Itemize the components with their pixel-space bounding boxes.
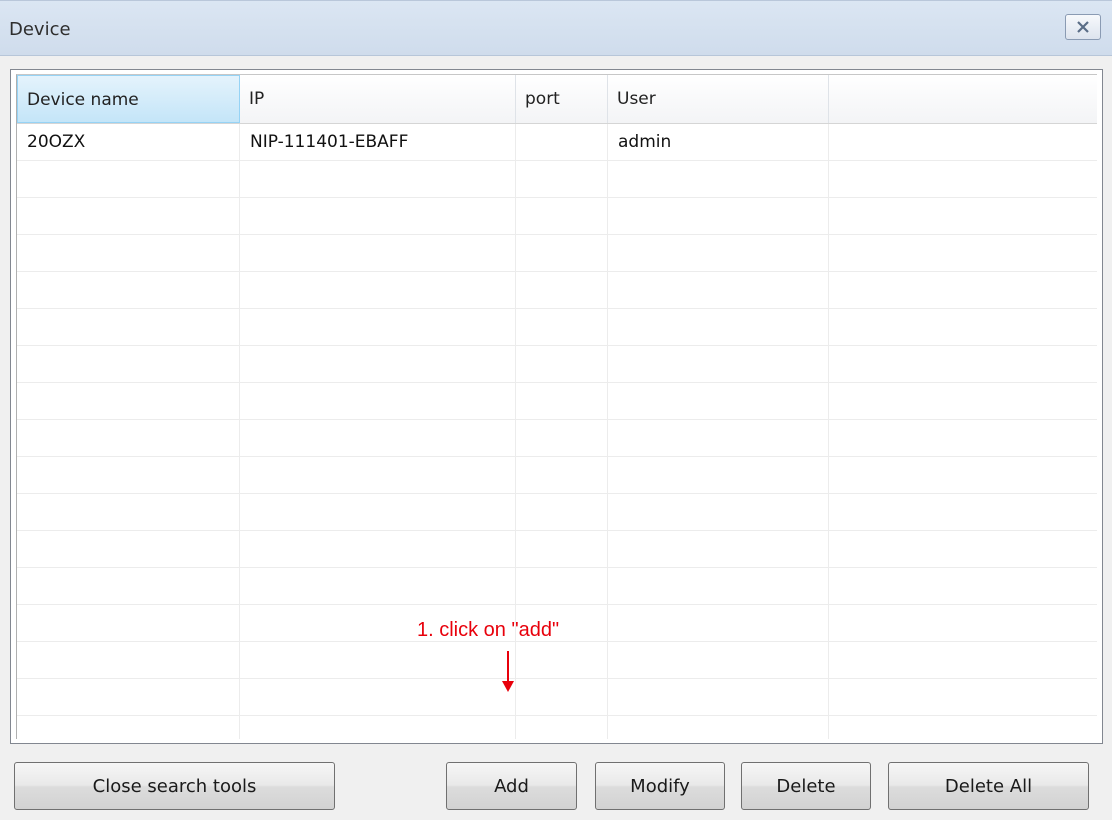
add-button[interactable]: Add bbox=[446, 762, 577, 810]
table-row[interactable]: 20OZX NIP-111401-EBAFF admin bbox=[17, 124, 1097, 161]
cell-port bbox=[516, 124, 608, 160]
empty-row bbox=[17, 494, 1097, 531]
device-table: Device name IP port User 20OZX NIP-11140… bbox=[10, 69, 1103, 744]
empty-row bbox=[17, 679, 1097, 716]
close-x-icon bbox=[1076, 21, 1090, 33]
cell-user: admin bbox=[618, 132, 672, 152]
close-search-tools-button[interactable]: Close search tools bbox=[14, 762, 335, 810]
empty-row bbox=[17, 420, 1097, 457]
empty-row bbox=[17, 383, 1097, 420]
empty-row bbox=[17, 568, 1097, 605]
delete-button[interactable]: Delete bbox=[741, 762, 871, 810]
empty-row bbox=[17, 346, 1097, 383]
column-divider bbox=[515, 124, 516, 739]
empty-row bbox=[17, 161, 1097, 198]
empty-row bbox=[17, 531, 1097, 568]
empty-row bbox=[17, 198, 1097, 235]
empty-row bbox=[17, 309, 1097, 346]
column-header-ip[interactable]: IP bbox=[240, 75, 516, 123]
table-header: Device name IP port User bbox=[17, 75, 1097, 124]
empty-row bbox=[17, 272, 1097, 309]
column-header-port[interactable]: port bbox=[516, 75, 608, 123]
close-button[interactable] bbox=[1065, 14, 1101, 40]
title-bar: Device bbox=[0, 1, 1112, 56]
device-window: Device Device name IP port User 20OZX NI… bbox=[0, 0, 1112, 820]
down-arrow-icon bbox=[500, 651, 516, 697]
delete-all-button[interactable]: Delete All bbox=[888, 762, 1089, 810]
window-title: Device bbox=[9, 19, 71, 40]
cell-ip: NIP-111401-EBAFF bbox=[250, 132, 409, 152]
empty-row bbox=[17, 235, 1097, 272]
column-header-user[interactable]: User bbox=[608, 75, 829, 123]
instruction-annotation: 1. click on "add" bbox=[417, 619, 560, 641]
empty-row bbox=[17, 642, 1097, 679]
column-divider bbox=[239, 124, 240, 739]
empty-row bbox=[17, 457, 1097, 494]
column-divider bbox=[828, 124, 829, 739]
modify-button[interactable]: Modify bbox=[595, 762, 725, 810]
column-header-filler bbox=[829, 75, 1097, 123]
column-divider bbox=[607, 124, 608, 739]
empty-row bbox=[17, 716, 1097, 739]
cell-device-name: 20OZX bbox=[27, 132, 86, 152]
column-header-device-name[interactable]: Device name bbox=[17, 75, 240, 123]
